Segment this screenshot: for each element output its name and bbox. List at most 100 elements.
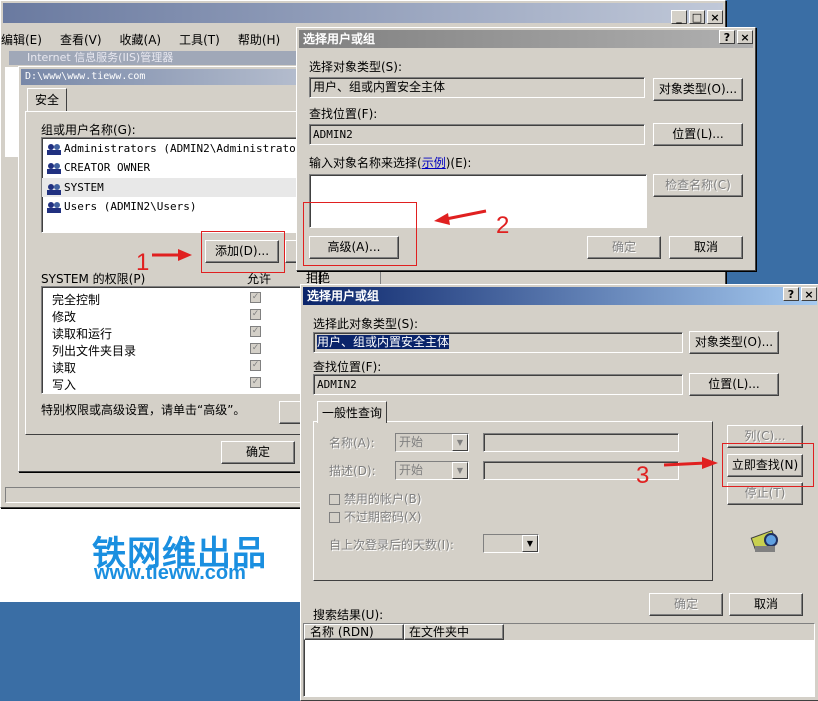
permissions-label: SYSTEM 的权限(P): [41, 272, 146, 286]
name-label: 名称(A):: [329, 436, 375, 450]
properties-titlebar: D:\www\www.tieww.com: [21, 69, 317, 85]
tab-general-query[interactable]: 一般性查询: [317, 401, 387, 423]
locations-button[interactable]: 位置(L)...: [653, 123, 743, 146]
description-select: 开始 ▼: [395, 461, 469, 480]
user-list[interactable]: Administrators (ADMIN2\Administrators) C…: [41, 137, 321, 233]
folder-tree-panel: [5, 67, 19, 157]
object-type-label: 选择此对象类型(S):: [313, 317, 419, 331]
user-name: Users (ADMIN2\Users): [64, 200, 197, 213]
allow-checkbox[interactable]: ✓: [250, 343, 261, 354]
permission-item: 写入: [52, 378, 77, 392]
menu-tools[interactable]: 工具(T): [179, 31, 220, 49]
menu-bar: 编辑(E) 查看(V) 收藏(A) 工具(T) 帮助(H): [1, 31, 301, 49]
permission-item: 修改: [52, 310, 77, 324]
cancel-button[interactable]: 取消: [729, 593, 803, 616]
days-since-login-label: 自上次登录后的天数(I):: [329, 538, 454, 552]
iis-inner-title: Internet 信息服务(IIS)管理器: [9, 51, 299, 65]
step-1-label: 1: [136, 249, 150, 276]
allow-checkbox[interactable]: ✓: [250, 360, 261, 371]
list-item[interactable]: Users (ADMIN2\Users): [46, 200, 196, 213]
highlight-advanced-button: [303, 202, 417, 266]
dialog1-titlebar: 选择用户或组: [299, 30, 753, 48]
column-name-header[interactable]: 名称 (RDN): [304, 624, 404, 640]
list-item[interactable]: SYSTEM: [42, 178, 318, 197]
special-permissions-text: 特别权限或高级设置，请单击“高级”。: [41, 403, 246, 417]
menu-help[interactable]: 帮助(H): [238, 31, 280, 49]
permission-item: 完全控制: [52, 293, 101, 307]
allow-checkbox[interactable]: ✓: [250, 326, 261, 337]
menu-favorites[interactable]: 收藏(A): [120, 31, 162, 49]
search-animation-icon: [749, 528, 783, 559]
iis-window-controls: _ □ ×: [671, 10, 723, 24]
user-group-icon: [46, 162, 62, 174]
ok-button[interactable]: 确定: [649, 593, 723, 616]
location-field: ADMIN2: [313, 374, 683, 395]
cancel-button[interactable]: 取消: [669, 236, 743, 259]
enter-label-tail: (E):: [450, 156, 472, 170]
close-button[interactable]: ×: [737, 30, 753, 44]
user-name: Administrators (ADMIN2\Administrators): [64, 142, 316, 155]
disabled-accounts-label: 禁用的帐户(B): [343, 492, 422, 506]
watermark-url: www.tieww.com: [94, 562, 246, 584]
disabled-accounts-checkbox[interactable]: [329, 494, 340, 505]
search-results-label: 搜索结果(U):: [313, 608, 384, 622]
help-button[interactable]: ?: [783, 287, 799, 301]
dialog2-titlebar: 选择用户或组: [303, 287, 817, 305]
menu-view[interactable]: 查看(V): [60, 31, 102, 49]
close-button[interactable]: ×: [801, 287, 817, 301]
no-expire-password-checkbox[interactable]: [329, 512, 340, 523]
highlight-find-now-button: [722, 443, 814, 487]
check-names-button[interactable]: 检查名称(C): [653, 174, 743, 197]
allow-checkboxes: ✓ ✓ ✓ ✓ ✓ ✓: [250, 292, 261, 388]
column-folder-header[interactable]: 在文件夹中: [404, 624, 504, 640]
days-since-login-select: ▼: [483, 534, 539, 553]
permission-item: 读取: [52, 361, 77, 375]
menu-edit[interactable]: 编辑(E): [1, 31, 42, 49]
object-type-value: 用户、组或内置安全主体: [317, 335, 450, 349]
description-input: [483, 461, 679, 480]
close-button[interactable]: ×: [707, 10, 723, 24]
user-group-icon: [46, 143, 62, 155]
enter-label-text: 输入对象名称来选择: [309, 156, 418, 170]
arrow-3-icon: [664, 457, 718, 469]
user-name: SYSTEM: [64, 181, 104, 194]
list-item[interactable]: Administrators (ADMIN2\Administrators): [46, 142, 316, 155]
minimize-button[interactable]: _: [671, 10, 687, 24]
description-label: 描述(D):: [329, 464, 376, 478]
allow-checkbox[interactable]: ✓: [250, 292, 261, 303]
permissions-list: 完全控制 修改 读取和运行 列出文件夹目录 读取 写入 ✓ ✓ ✓ ✓ ✓ ✓: [41, 286, 321, 394]
locations-button[interactable]: 位置(L)...: [689, 373, 779, 396]
iis-titlebar: [3, 3, 723, 23]
ok-button[interactable]: 确定: [587, 236, 661, 259]
select-users-dialog-2: 选择用户或组 ? × 选择此对象类型(S): 用户、组或内置安全主体 对象类型(…: [300, 284, 818, 701]
maximize-button[interactable]: □: [689, 10, 705, 24]
list-item[interactable]: CREATOR OWNER: [46, 161, 150, 174]
permission-item: 列出文件夹目录: [52, 344, 137, 358]
tab-security[interactable]: 安全: [27, 88, 67, 112]
ok-button[interactable]: 确定: [221, 441, 295, 464]
chevron-down-icon: ▼: [452, 434, 468, 451]
dialog1-controls: ? ×: [719, 30, 753, 44]
step-2-label: 2: [496, 212, 510, 239]
object-types-button[interactable]: 对象类型(O)...: [689, 331, 779, 354]
object-types-button[interactable]: 对象类型(O)...: [653, 78, 743, 101]
user-group-icon: [46, 182, 62, 195]
name-select: 开始 ▼: [395, 433, 469, 452]
examples-link[interactable]: 示例: [422, 156, 446, 170]
arrow-1-icon: [152, 249, 192, 261]
highlight-add-button: [201, 231, 285, 273]
location-label: 查找位置(F):: [309, 107, 378, 121]
results-header: 名称 (RDN) 在文件夹中: [304, 624, 814, 640]
enter-object-names-label: 输入对象名称来选择(示例)(E):: [309, 156, 472, 170]
object-type-field: 用户、组或内置安全主体: [313, 332, 683, 353]
group-user-label: 组或用户名称(G):: [41, 123, 136, 137]
name-input: [483, 433, 679, 452]
permission-item: 读取和运行: [52, 327, 113, 341]
user-group-icon: [46, 201, 62, 213]
allow-checkbox[interactable]: ✓: [250, 309, 261, 320]
help-button[interactable]: ?: [719, 30, 735, 44]
allow-checkbox[interactable]: ✓: [250, 377, 261, 388]
disabled-accounts-option: 禁用的帐户(B): [329, 490, 421, 507]
search-results-list[interactable]: 名称 (RDN) 在文件夹中: [303, 623, 815, 697]
step-3-label: 3: [636, 462, 650, 489]
